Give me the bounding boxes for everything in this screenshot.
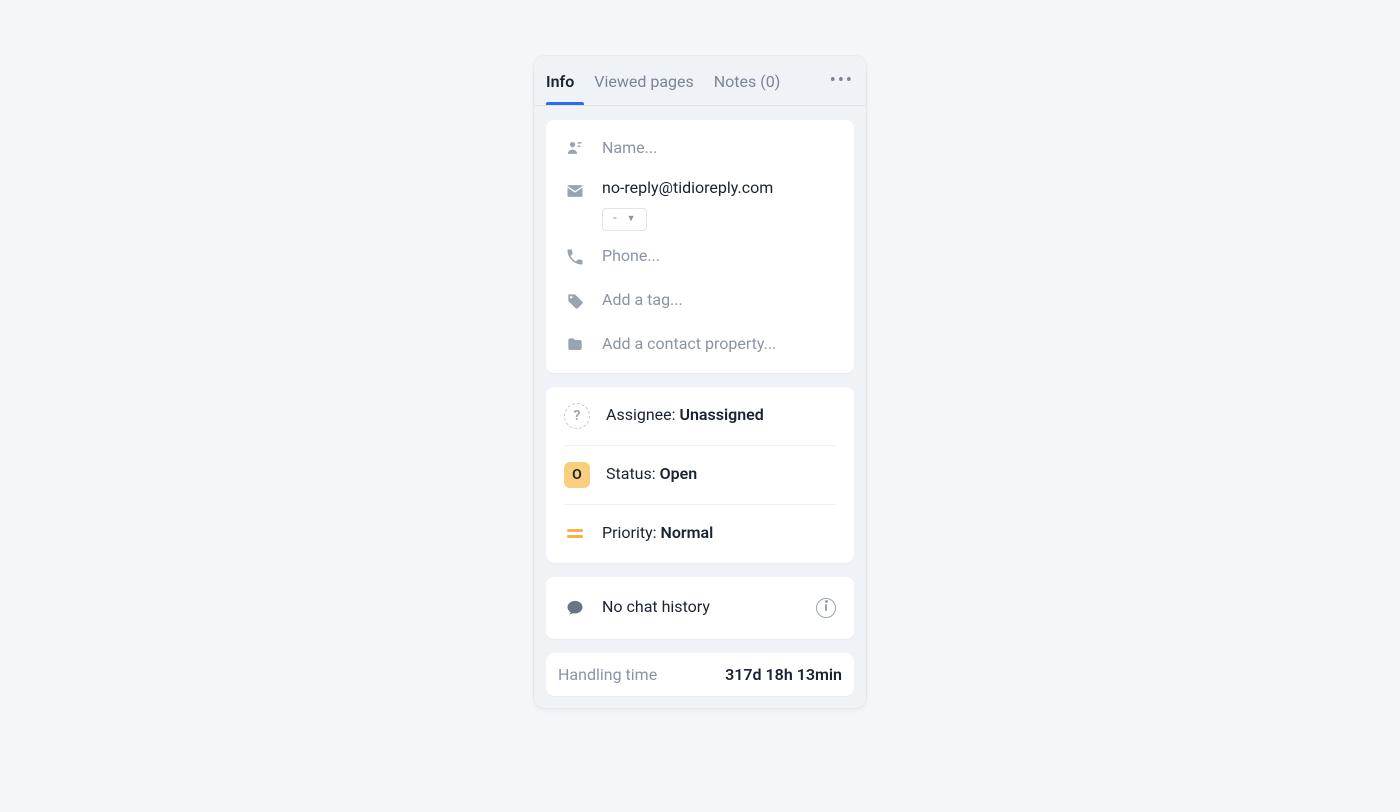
email-type-value: - (613, 211, 617, 226)
chat-history-row: No chat history (558, 583, 842, 633)
contact-card: Name... no-reply@tidioreply.com - ▼ (546, 120, 854, 373)
contact-property-row[interactable]: Add a contact property... (558, 323, 842, 367)
assignee-row[interactable]: ? Assignee: Unassigned (558, 387, 842, 445)
email-row[interactable]: no-reply@tidioreply.com - ▼ (558, 170, 842, 235)
priority-text: Priority: Normal (602, 523, 713, 544)
status-row[interactable]: O Status: Open (558, 446, 842, 504)
tab-info[interactable]: Info (546, 58, 584, 104)
person-icon (564, 137, 586, 159)
assignee-text: Assignee: Unassigned (606, 405, 764, 426)
handling-time-card: Handling time 317d 18h 13min (546, 653, 854, 696)
tabs-bar: Info Viewed pages Notes (0) ••• (534, 56, 866, 106)
chat-history-card: No chat history (546, 577, 854, 639)
priority-row[interactable]: Priority: Normal (558, 505, 842, 563)
chat-bubble-icon (564, 597, 586, 619)
contact-info-panel: Info Viewed pages Notes (0) ••• Name... … (534, 56, 866, 708)
chat-history-text: No chat history (602, 597, 710, 618)
info-icon[interactable] (816, 598, 836, 618)
phone-placeholder: Phone... (602, 246, 660, 267)
handling-time-label: Handling time (558, 665, 657, 684)
folder-icon (564, 334, 586, 356)
ticket-card: ? Assignee: Unassigned O Status: Open Pr… (546, 387, 854, 563)
tag-placeholder: Add a tag... (602, 290, 683, 311)
status-text: Status: Open (606, 464, 697, 485)
email-type-dropdown[interactable]: - ▼ (602, 208, 647, 231)
tag-row[interactable]: Add a tag... (558, 279, 842, 323)
handling-time-row: Handling time 317d 18h 13min (546, 653, 854, 696)
tab-viewed-pages[interactable]: Viewed pages (584, 58, 703, 104)
handling-time-value: 317d 18h 13min (725, 665, 842, 684)
phone-row[interactable]: Phone... (558, 235, 842, 279)
tabs-more-icon[interactable]: ••• (830, 56, 854, 105)
contact-property-placeholder: Add a contact property... (602, 334, 776, 355)
phone-icon (564, 246, 586, 268)
email-icon (564, 180, 586, 202)
status-badge: O (564, 462, 590, 488)
priority-normal-icon (564, 523, 586, 545)
email-value: no-reply@tidioreply.com (602, 178, 773, 199)
chevron-down-icon: ▼ (627, 213, 636, 224)
name-row[interactable]: Name... (558, 126, 842, 170)
tag-icon (564, 290, 586, 312)
assignee-unassigned-icon: ? (564, 403, 590, 429)
name-placeholder: Name... (602, 138, 657, 159)
tab-notes[interactable]: Notes (0) (704, 58, 791, 104)
